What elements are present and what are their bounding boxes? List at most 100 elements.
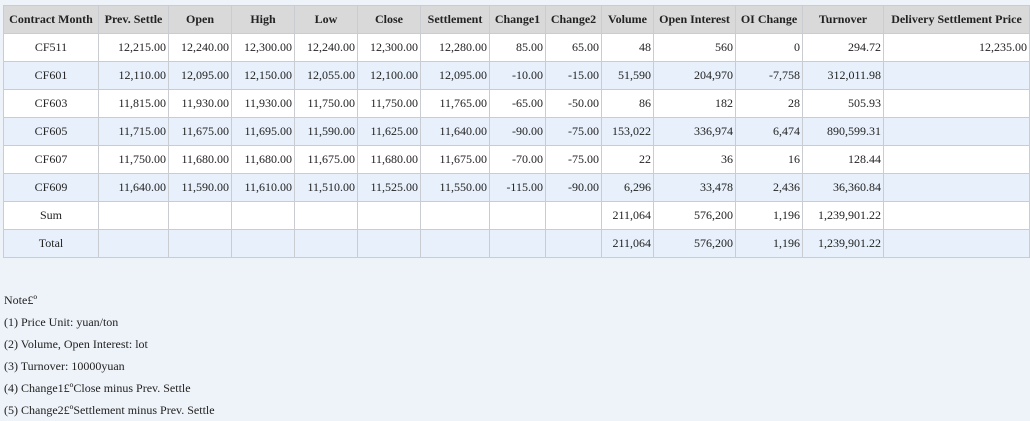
table-cell: -70.00 [489,145,546,174]
table-cell [294,201,358,230]
column-header: Settlement [420,5,490,34]
table-cell: 11,640.00 [98,173,169,202]
table-cell: 11,675.00 [420,145,490,174]
page: Contract Month Prev. Settle Open High Low Clo… [0,0,1030,421]
row-label-cell: CF609 [3,173,99,202]
table-cell: 22 [601,145,654,174]
table-cell: -75.00 [545,145,602,174]
row-label-cell: Total [3,229,99,258]
table-cell [489,201,546,230]
table-cell: 6,474 [735,117,803,146]
table-row: Sum 211,064 576,200 1,196 1,239,901.22 [3,201,1030,230]
column-header: Volume [601,5,654,34]
row-label-cell: CF511 [3,33,99,62]
table-cell: 2,436 [735,173,803,202]
table-cell: 1,239,901.22 [802,201,884,230]
row-label-cell: CF607 [3,145,99,174]
table-cell [489,229,546,258]
header-row: Contract Month Prev. Settle Open High Low Clo… [3,5,1030,34]
table-cell [168,229,232,258]
table-cell: 11,550.00 [420,173,490,202]
table-cell: 11,590.00 [294,117,358,146]
table-cell: 11,610.00 [231,173,295,202]
table-cell: 11,675.00 [294,145,358,174]
table-cell: -90.00 [489,117,546,146]
column-header: Change1 [489,5,546,34]
table-cell: 312,011.98 [802,61,884,90]
table-cell: 36,360.84 [802,173,884,202]
table-cell: 153,022 [601,117,654,146]
column-header: Delivery Settlement Price [883,5,1030,34]
table-cell: 11,675.00 [168,117,232,146]
table-cell: 11,680.00 [357,145,421,174]
table-cell: 11,930.00 [168,89,232,118]
table-cell: 1,239,901.22 [802,229,884,258]
column-header: Open [168,5,232,34]
row-label-cell: CF605 [3,117,99,146]
table-row: CF609 11,640.00 11,590.00 11,610.00 11,510.0… [3,173,1030,202]
table-cell: 560 [653,33,736,62]
table-row: Total 211,064 576,200 1,196 1,239,901.22 [3,229,1030,258]
note-item: (5) Change2£ºSettlement minus Prev. Sett… [4,403,215,417]
table-cell: -10.00 [489,61,546,90]
table-cell [168,201,232,230]
column-header: OI Change [735,5,803,34]
table-cell: 12,300.00 [231,33,295,62]
table-cell: 11,680.00 [168,145,232,174]
table-cell [231,229,295,258]
table-cell: 11,625.00 [357,117,421,146]
table-cell: 11,680.00 [231,145,295,174]
table-cell [420,229,490,258]
table-cell [357,229,421,258]
table-cell: 1,196 [735,229,803,258]
table-cell: 576,200 [653,229,736,258]
table-cell: 11,510.00 [294,173,358,202]
table-cell: 336,974 [653,117,736,146]
table-cell: 11,590.00 [168,173,232,202]
table-header: Contract Month Prev. Settle Open High Low Clo… [3,5,1030,34]
table-row: CF605 11,715.00 11,675.00 11,695.00 11,590.0… [3,117,1030,146]
table-cell: 1,196 [735,201,803,230]
table-cell [231,201,295,230]
table-cell: 12,280.00 [420,33,490,62]
notes-title: Note£º [4,293,38,307]
table-cell: 12,240.00 [294,33,358,62]
table-row: CF607 11,750.00 11,680.00 11,680.00 11,675.0… [3,145,1030,174]
table-cell [883,89,1030,118]
table-cell: 12,240.00 [168,33,232,62]
column-header: Prev. Settle [98,5,169,34]
table-cell [545,229,602,258]
table-cell: 28 [735,89,803,118]
row-label-cell: Sum [3,201,99,230]
table-row: CF601 12,110.00 12,095.00 12,150.00 12,055.0… [3,61,1030,90]
column-header: Change2 [545,5,602,34]
table-cell: 51,590 [601,61,654,90]
table-cell: 12,300.00 [357,33,421,62]
column-header: High [231,5,295,34]
table-cell: 65.00 [545,33,602,62]
table-row: CF603 11,815.00 11,930.00 11,930.00 11,750.0… [3,89,1030,118]
table-cell: -65.00 [489,89,546,118]
column-header: Low [294,5,358,34]
table-cell [883,229,1030,258]
table-cell: 890,599.31 [802,117,884,146]
table-cell [883,173,1030,202]
table-row: CF511 12,215.00 12,240.00 12,300.00 12,240.0… [3,33,1030,62]
table-cell: 11,765.00 [420,89,490,118]
table-cell: 86 [601,89,654,118]
column-header: Contract Month [3,5,99,34]
table-cell [545,201,602,230]
table-cell: 576,200 [653,201,736,230]
table-cell: 11,525.00 [357,173,421,202]
table-cell [420,201,490,230]
table-cell: 12,110.00 [98,61,169,90]
table-cell: -75.00 [545,117,602,146]
table-cell [883,61,1030,90]
table-cell: 11,715.00 [98,117,169,146]
column-header: Close [357,5,421,34]
table-cell: 85.00 [489,33,546,62]
table-cell: -115.00 [489,173,546,202]
table-cell: 6,296 [601,173,654,202]
table-cell: -50.00 [545,89,602,118]
table-cell [98,201,169,230]
